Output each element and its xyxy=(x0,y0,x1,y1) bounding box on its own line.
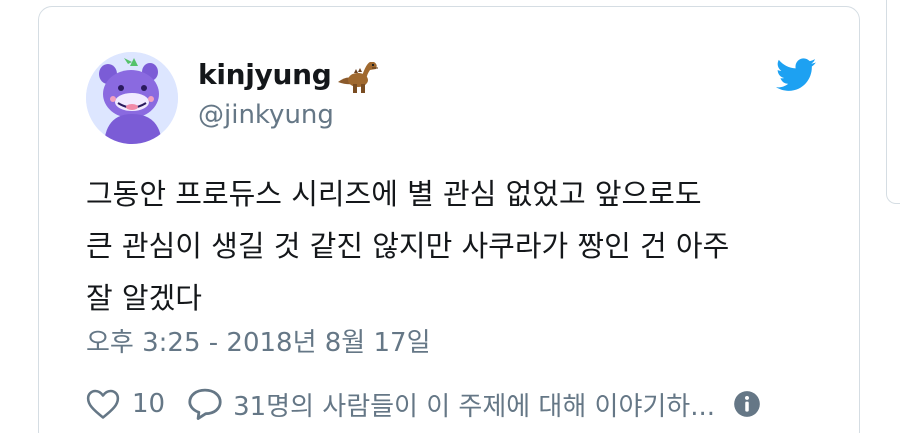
tweet-timestamp[interactable]: 오후 3:25 - 2018년 8월 17일 xyxy=(86,322,431,359)
page: kinjyung @jinkyung 그동안 프로듀스 시리즈에 별 관심 없었… xyxy=(0,0,900,433)
dinosaur-emoji-icon xyxy=(337,62,378,93)
tweet-text: 그동안 프로듀스 시리즈에 별 관심 없었고 앞으로도 큰 관심이 생길 것 같… xyxy=(86,168,826,324)
speech-bubble-icon[interactable] xyxy=(187,387,223,421)
twitter-bird-icon[interactable] xyxy=(776,58,816,92)
like-count[interactable]: 10 xyxy=(132,389,165,419)
purple-creature-avatar-icon xyxy=(86,52,178,144)
tweet-text-line: 잘 알겠다 xyxy=(86,281,202,315)
heart-outline-icon[interactable] xyxy=(86,388,120,420)
tweet-actions: 10 31명의 사람들이 이 주제에 대해 이야기하... xyxy=(86,384,761,424)
conversation-link[interactable]: 31명의 사람들이 이 주제에 대해 이야기하... xyxy=(233,386,715,423)
tweet-text-line: 큰 관심이 생길 것 같진 않지만 사쿠라가 짱인 건 아주 xyxy=(86,229,730,263)
info-circle-icon[interactable] xyxy=(733,390,761,418)
display-name[interactable]: kinjyung xyxy=(198,58,332,91)
user-handle[interactable]: @jinkyung xyxy=(198,100,334,130)
tweet-text-line: 그동안 프로듀스 시리즈에 별 관심 없었고 앞으로도 xyxy=(86,177,702,211)
scrollbar-edge[interactable] xyxy=(886,0,900,204)
display-name-row[interactable]: kinjyung xyxy=(198,54,382,94)
avatar[interactable] xyxy=(86,52,178,144)
